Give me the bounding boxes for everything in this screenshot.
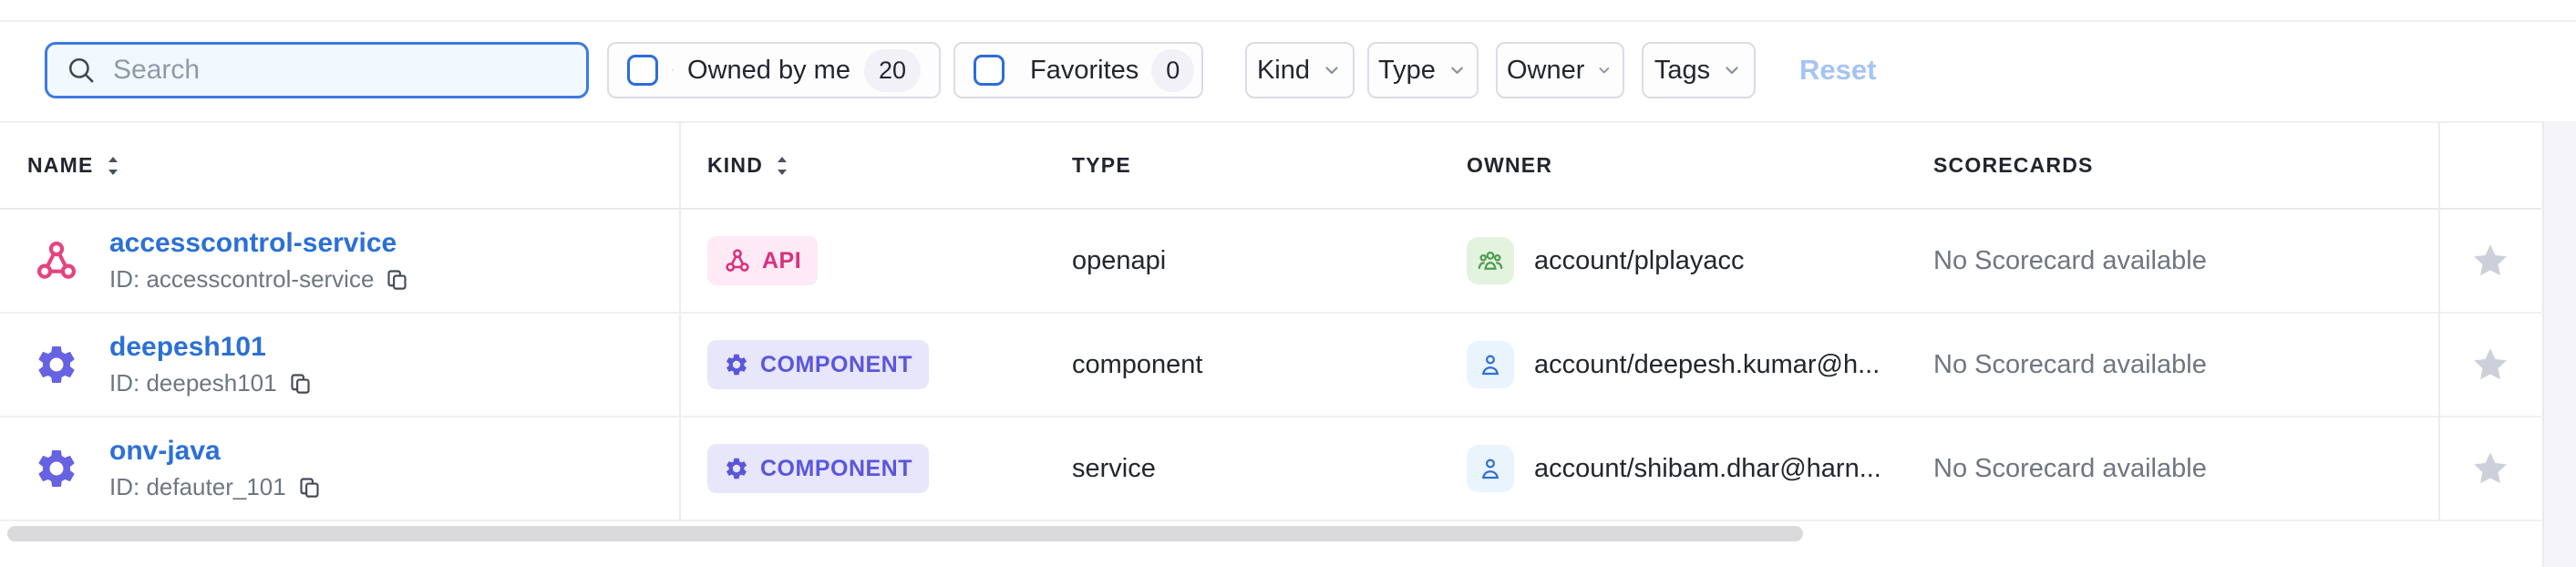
entity-name-link[interactable]: accesscontrol-service xyxy=(109,228,409,259)
sort-icon[interactable] xyxy=(103,154,123,178)
owner-name: account/deepesh.kumar@h... xyxy=(1534,350,1880,380)
column-header-name[interactable]: NAME xyxy=(0,153,679,178)
name-cell: accesscontrol-service ID: accesscontrol-… xyxy=(0,228,679,294)
kind-dropdown[interactable]: Kind xyxy=(1245,42,1355,98)
chevron-down-icon xyxy=(1595,59,1613,81)
column-divider xyxy=(679,121,681,520)
favorite-cell xyxy=(2438,344,2541,386)
owned-by-me-label: Owned by me xyxy=(687,56,850,86)
chevron-down-icon xyxy=(1721,59,1743,81)
chevron-down-icon xyxy=(1321,59,1343,81)
copy-icon[interactable] xyxy=(385,267,409,292)
owner-cell: account/plplayacc xyxy=(1438,237,1905,284)
favorites-count: 0 xyxy=(1151,49,1194,92)
gear-icon xyxy=(724,352,749,377)
column-divider xyxy=(2438,121,2440,520)
favorite-cell xyxy=(2438,448,2541,490)
owner-name: account/plplayacc xyxy=(1534,246,1745,276)
type-cell: component xyxy=(1044,350,1438,380)
catalog-table: NAME KIND TYPE OWNER SCORECARDS xyxy=(0,123,2541,521)
person-icon xyxy=(1467,341,1514,388)
gear-icon xyxy=(27,342,86,387)
catalog-page: Owned by me 20 Favorites 0 Kind Type Own… xyxy=(0,0,2576,567)
favorite-cell xyxy=(2438,240,2541,282)
kind-badge-component: COMPONENT xyxy=(707,444,929,493)
chevron-down-icon xyxy=(1447,59,1468,81)
tags-dropdown[interactable]: Tags xyxy=(1642,42,1756,98)
type-cell: openapi xyxy=(1044,246,1438,276)
name-cell: deepesh101 ID: deepesh101 xyxy=(0,332,679,397)
favorites-checkbox[interactable] xyxy=(974,55,1005,86)
sort-icon[interactable] xyxy=(772,154,792,178)
favorite-star-icon[interactable] xyxy=(2469,240,2511,282)
scorecards-cell: No Scorecard available xyxy=(1905,454,2438,484)
table-header-row: NAME KIND TYPE OWNER SCORECARDS xyxy=(0,123,2541,210)
owner-cell: account/shibam.dhar@harn... xyxy=(1438,445,1905,492)
copy-icon[interactable] xyxy=(297,475,322,500)
column-header-scorecards: SCORECARDS xyxy=(1905,153,2438,178)
owner-dropdown-label: Owner xyxy=(1507,56,1584,86)
column-header-type: TYPE xyxy=(1044,153,1438,178)
group-icon xyxy=(1467,237,1514,284)
entity-name-link[interactable]: onv-java xyxy=(109,436,322,467)
table-row[interactable]: deepesh101 ID: deepesh101 COMPONENT comp… xyxy=(0,314,2541,418)
favorites-filter[interactable]: Favorites 0 xyxy=(953,42,1203,98)
tags-dropdown-label: Tags xyxy=(1654,56,1710,86)
entity-id: ID: deepesh101 xyxy=(109,369,277,397)
type-cell: service xyxy=(1044,454,1438,484)
search-icon xyxy=(66,55,97,86)
kind-dropdown-label: Kind xyxy=(1257,56,1310,86)
column-header-kind[interactable]: KIND xyxy=(679,153,1044,178)
entity-id: ID: defauter_101 xyxy=(109,473,286,501)
horizontal-scrollbar-thumb[interactable] xyxy=(7,526,1803,541)
reset-button[interactable]: Reset xyxy=(1799,54,1876,87)
person-icon xyxy=(1467,445,1514,492)
owned-by-me-count: 20 xyxy=(864,49,921,92)
api-icon xyxy=(27,238,86,284)
gear-icon xyxy=(27,446,86,491)
api-icon xyxy=(724,247,751,274)
kind-badge-component: COMPONENT xyxy=(707,340,929,389)
filter-bar: Owned by me 20 Favorites 0 Kind Type Own… xyxy=(45,42,1876,98)
entity-id: ID: accesscontrol-service xyxy=(109,265,374,294)
owned-by-me-filter[interactable]: Owned by me 20 xyxy=(607,42,941,98)
table-row[interactable]: accesscontrol-service ID: accesscontrol-… xyxy=(0,210,2541,314)
person-icon xyxy=(672,57,674,84)
owned-by-me-checkbox[interactable] xyxy=(627,55,658,86)
copy-icon[interactable] xyxy=(288,371,313,396)
search-box[interactable] xyxy=(45,42,589,98)
kind-cell: COMPONENT xyxy=(679,444,1044,493)
kind-cell: COMPONENT xyxy=(679,340,1044,389)
owner-cell: account/deepesh.kumar@h... xyxy=(1438,341,1905,388)
scorecards-cell: No Scorecard available xyxy=(1905,246,2438,276)
table-row[interactable]: onv-java ID: defauter_101 COMPONENT serv… xyxy=(0,418,2541,521)
owner-dropdown[interactable]: Owner xyxy=(1496,42,1624,98)
kind-cell: API xyxy=(679,236,1044,285)
kind-badge-api: API xyxy=(707,236,818,285)
favorite-star-icon[interactable] xyxy=(2469,448,2511,490)
vertical-scrollbar-track[interactable] xyxy=(2542,121,2576,567)
entity-name-link[interactable]: deepesh101 xyxy=(109,332,313,363)
owner-name: account/shibam.dhar@harn... xyxy=(1534,454,1881,484)
favorite-star-icon[interactable] xyxy=(2469,344,2511,386)
type-dropdown[interactable]: Type xyxy=(1367,42,1479,98)
search-input[interactable] xyxy=(111,54,570,87)
top-divider xyxy=(0,20,2576,22)
gear-icon xyxy=(724,456,749,481)
name-cell: onv-java ID: defauter_101 xyxy=(0,436,679,501)
scorecards-cell: No Scorecard available xyxy=(1905,350,2438,380)
type-dropdown-label: Type xyxy=(1378,56,1436,86)
favorites-label: Favorites xyxy=(1030,56,1139,86)
column-header-owner: OWNER xyxy=(1438,153,1905,178)
